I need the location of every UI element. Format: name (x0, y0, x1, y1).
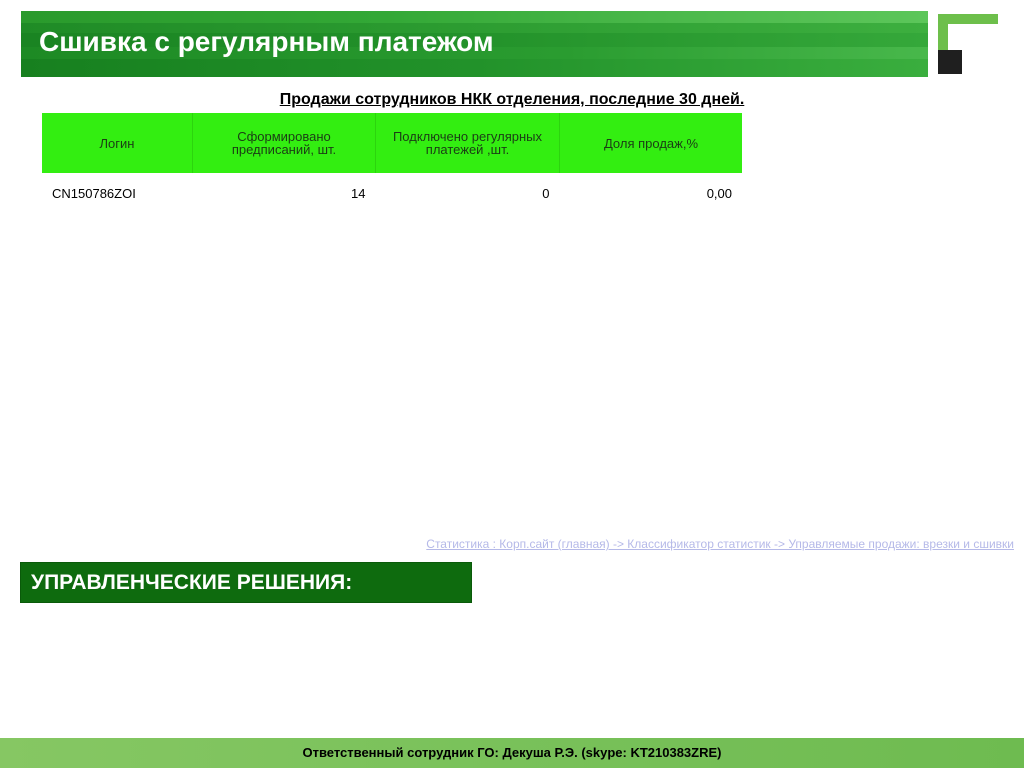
sales-table: Логин Сформировано предписаний, шт. Подк… (42, 113, 742, 213)
bank-logo-icon (932, 11, 1003, 77)
page-title: Сшивка с регулярным платежом (39, 26, 494, 57)
management-decisions-banner: УПРАВЛЕНЧЕСКИЕ РЕШЕНИЯ: (20, 562, 472, 603)
header-banner: Сшивка с регулярным платежом (21, 11, 928, 77)
table-row: CN150786ZOI 14 0 0,00 (42, 173, 742, 213)
statistics-source-link[interactable]: Статистика : Корп.сайт (главная) -> Клас… (426, 537, 1014, 551)
cell-connected: 0 (542, 185, 550, 201)
header-stripe (21, 59, 928, 77)
column-header-orders: Сформировано предписаний, шт. (192, 113, 376, 173)
table-header-row: Логин Сформировано предписаний, шт. Подк… (42, 113, 742, 173)
management-decisions-title: УПРАВЛЕНЧЕСКИЕ РЕШЕНИЯ: (31, 571, 353, 594)
cell-login: CN150786ZOI (52, 185, 136, 201)
column-header-share: Доля продаж,% (559, 113, 742, 173)
cell-share: 0,00 (706, 185, 732, 201)
header-stripe (21, 11, 928, 23)
logo-square (938, 50, 962, 74)
report-subtitle: Продажи сотрудников НКК отделения, после… (279, 91, 745, 108)
column-header-login: Логин (42, 113, 193, 173)
footer-responsible-text: Ответственный сотрудник ГО: Декуша Р.Э. … (302, 745, 722, 760)
footer-bar: Ответственный сотрудник ГО: Декуша Р.Э. … (0, 738, 1024, 768)
cell-orders: 14 (351, 185, 366, 201)
column-header-connected: Подключено регулярных платежей ,шт. (375, 113, 560, 173)
